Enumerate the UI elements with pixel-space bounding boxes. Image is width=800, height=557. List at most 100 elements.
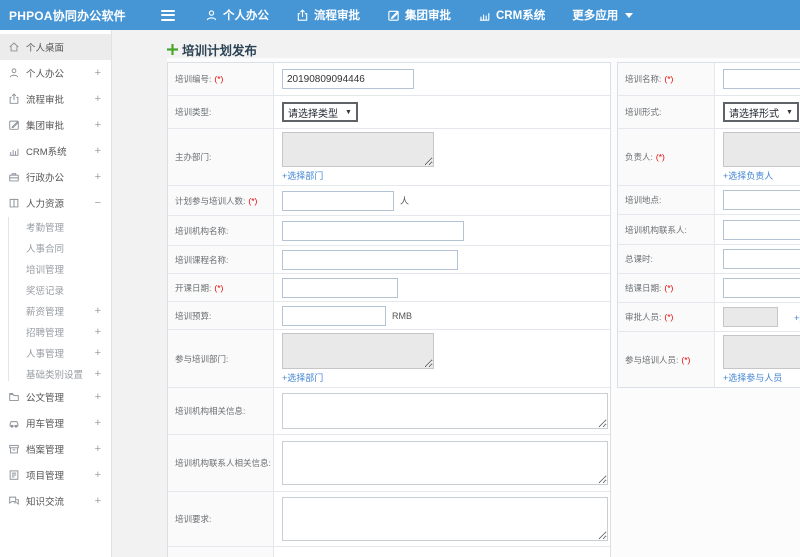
- expand-icon[interactable]: +: [95, 469, 111, 481]
- briefcase-icon: [9, 173, 19, 182]
- sidebar-subitem-rewards[interactable]: 奖惩记录: [0, 279, 111, 300]
- training-id-input[interactable]: [282, 69, 414, 89]
- org-contact-info-textarea[interactable]: [282, 441, 608, 485]
- sidebar-item-hr[interactable]: 人力资源 −: [0, 190, 111, 216]
- required-mark: (*): [655, 152, 665, 162]
- sidebar-item-vehicles[interactable]: 用车管理 +: [0, 410, 111, 436]
- expand-icon[interactable]: +: [95, 368, 111, 380]
- sidebar-subitem-training[interactable]: 培训管理: [0, 258, 111, 279]
- row-participating-departments: 参与培训部门: +选择部门: [168, 330, 610, 388]
- expand-icon[interactable]: +: [95, 391, 111, 403]
- nav-more-apps[interactable]: 更多应用: [572, 7, 634, 23]
- select-approver-link[interactable]: +选择审批人员: [794, 311, 800, 324]
- field-label: 培训预算:: [175, 310, 212, 321]
- training-participants-textarea[interactable]: [723, 335, 800, 369]
- budget-input[interactable]: [282, 305, 386, 326]
- sidebar-item-personal-office[interactable]: 个人办公 +: [0, 60, 111, 86]
- org-contact-input[interactable]: [723, 219, 800, 240]
- field-label: 参与培训部门:: [175, 353, 229, 364]
- sidebar-item-label: 薪资管理: [26, 306, 65, 318]
- training-type-select[interactable]: 请选择类型 ▼: [282, 102, 358, 122]
- approver-input[interactable]: [723, 307, 778, 327]
- org-info-textarea[interactable]: [282, 393, 608, 429]
- sidebar-item-label: 档案管理: [26, 445, 65, 456]
- expand-icon[interactable]: +: [95, 347, 111, 359]
- user-icon: [206, 9, 217, 20]
- sidebar-item-label: 用车管理: [26, 419, 65, 430]
- expand-icon[interactable]: +: [95, 171, 111, 183]
- sidebar-item-group-approval[interactable]: 集团审批 +: [0, 112, 111, 138]
- field-label: 结课日期:: [625, 283, 662, 293]
- expand-icon[interactable]: +: [95, 93, 111, 105]
- sidebar-subitem-base-category[interactable]: 基础类别设置 +: [0, 363, 111, 384]
- select-department-link[interactable]: +选择部门: [282, 169, 323, 182]
- sidebar-item-personal-desktop[interactable]: 个人桌面: [0, 34, 111, 60]
- start-date-input[interactable]: [282, 277, 398, 298]
- unit-suffix: 人: [400, 196, 410, 206]
- row-org-info: 培训机构相关信息:: [168, 388, 610, 435]
- row-training-requirements: 培训要求:: [168, 492, 610, 547]
- training-form-select[interactable]: 请选择形式 ▼: [723, 102, 799, 122]
- end-date-input[interactable]: [723, 278, 800, 298]
- expand-icon[interactable]: +: [95, 495, 111, 507]
- training-location-input[interactable]: [723, 190, 800, 210]
- training-org-name-input[interactable]: [282, 220, 464, 241]
- nav-group-approval[interactable]: 集团审批: [387, 7, 451, 23]
- sidebar-subitem-contracts[interactable]: 人事合同: [0, 237, 111, 258]
- planned-participants-input[interactable]: [282, 190, 394, 211]
- sidebar-item-projects[interactable]: 项目管理 +: [0, 462, 111, 488]
- nav-label: 个人办公: [223, 10, 269, 22]
- sidebar-subitem-attendance[interactable]: 考勤管理: [0, 216, 111, 237]
- select-participants-link[interactable]: +选择参与人员: [723, 371, 782, 384]
- sidebar-item-knowledge[interactable]: 知识交流 +: [0, 488, 111, 514]
- row-training-id: 培训编号: (*): [168, 63, 610, 96]
- sidebar-item-label: 基础类别设置: [26, 369, 84, 381]
- row-budget: 培训预算: RMB: [168, 302, 610, 330]
- expand-icon[interactable]: +: [95, 119, 111, 131]
- row-org-contact: 培训机构联系人:: [618, 215, 800, 245]
- sidebar-subitem-recruit[interactable]: 招聘管理 +: [0, 321, 111, 342]
- participating-departments-textarea[interactable]: [282, 333, 434, 369]
- expand-icon[interactable]: +: [95, 67, 111, 79]
- collapse-icon[interactable]: −: [95, 197, 111, 209]
- row-org-name: 培训机构名称:: [168, 216, 610, 246]
- field-label: 培训机构联系人:: [625, 224, 687, 235]
- upload-icon: [9, 93, 19, 104]
- host-department-textarea[interactable]: [282, 132, 434, 167]
- chat-icon: [9, 496, 19, 506]
- course-name-input[interactable]: [282, 249, 458, 270]
- sidebar-item-documents[interactable]: 公文管理 +: [0, 384, 111, 410]
- leader-textarea[interactable]: [723, 132, 800, 167]
- nav-personal-office[interactable]: 个人办公: [205, 7, 269, 23]
- sidebar-item-crm[interactable]: CRM系统 +: [0, 138, 111, 164]
- sidebar-item-admin-office[interactable]: 行政办公 +: [0, 164, 111, 190]
- expand-icon[interactable]: +: [95, 443, 111, 455]
- sidebar-subitem-personnel[interactable]: 人事管理 +: [0, 342, 111, 363]
- expand-icon[interactable]: +: [95, 305, 111, 317]
- training-name-input[interactable]: [723, 69, 800, 89]
- nav-crm-system[interactable]: CRM系统: [478, 7, 545, 23]
- training-requirements-textarea[interactable]: [282, 497, 608, 541]
- sidebar-item-label: 个人办公: [26, 69, 65, 80]
- sidebar-item-label: 考勤管理: [26, 222, 65, 234]
- upload-icon: [297, 8, 308, 21]
- required-mark: (*): [681, 354, 691, 365]
- sidebar-item-label: 人事管理: [26, 348, 65, 360]
- sidebar-item-workflow-approval[interactable]: 流程审批 +: [0, 86, 111, 112]
- expand-icon[interactable]: +: [95, 145, 111, 157]
- total-hours-input[interactable]: [723, 249, 800, 269]
- user-icon: [9, 68, 19, 78]
- nav-workflow-approval[interactable]: 流程审批: [296, 7, 360, 23]
- sidebar-subitem-salary[interactable]: 薪资管理 +: [0, 300, 111, 321]
- row-org-contact-info: 培训机构联系人相关信息:: [168, 435, 610, 492]
- sidebar-item-label: 人力资源: [26, 199, 65, 210]
- sidebar-item-archives[interactable]: 档案管理 +: [0, 436, 111, 462]
- select-department-link[interactable]: +选择部门: [282, 371, 323, 384]
- expand-icon[interactable]: +: [95, 417, 111, 429]
- expand-icon[interactable]: +: [95, 326, 111, 338]
- sidebar-item-label: 个人桌面: [26, 43, 65, 54]
- select-leader-link[interactable]: +选择负责人: [723, 169, 773, 182]
- select-value: 请选择形式: [729, 108, 779, 120]
- required-mark: (*): [664, 74, 674, 84]
- hamburger-menu-icon[interactable]: [157, 3, 179, 27]
